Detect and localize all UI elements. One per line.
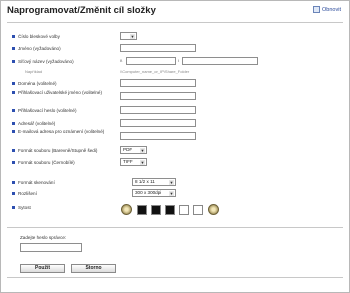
format-color-select[interactable]: PDF ▼	[120, 146, 147, 154]
password-label: Přihlašovací heslo (volitelné)	[18, 107, 77, 113]
admin-password-input[interactable]	[20, 243, 82, 252]
row-speed-dial: Číslo bleskové volby	[12, 31, 60, 41]
password-input[interactable]	[120, 106, 196, 114]
scan-size-label: Formát skenování	[18, 179, 55, 185]
email-label: E-mailová adresa pro oznámení (volitelné…	[18, 129, 105, 134]
bullet-icon	[12, 59, 15, 63]
refresh-link[interactable]: Obnovit	[313, 6, 341, 13]
format-bw-value: TIFF	[123, 159, 133, 164]
density-level-5[interactable]	[193, 205, 203, 215]
resolution-label: Rozlišení	[18, 190, 37, 196]
network-path-separator: \	[178, 58, 180, 63]
bullet-icon	[12, 108, 15, 112]
bottom-separator	[7, 277, 343, 278]
scan-size-select[interactable]: 8 1/2 x 11 ▼	[132, 178, 176, 186]
bullet-icon	[12, 91, 15, 94]
row-domain: Doména (volitelné)	[12, 78, 57, 88]
speed-dial-label: Číslo bleskové volby	[18, 33, 60, 39]
row-scan-size: Formát skenování	[12, 177, 55, 187]
bullet-icon	[12, 46, 15, 50]
density-label: Sytost	[18, 204, 31, 210]
row-density: Sytost	[12, 202, 31, 212]
domain-label: Doména (volitelné)	[18, 80, 57, 86]
row-email: E-mailová adresa pro oznámení (volitelné…	[12, 129, 116, 143]
row-user: Přihlašovací uživatelské jméno (voliteln…	[12, 90, 116, 104]
row-resolution: Rozlišení	[12, 188, 37, 198]
resolution-value: 300 x 300dpi	[135, 190, 162, 195]
bullet-icon	[12, 81, 15, 85]
bullet-icon	[12, 121, 15, 125]
name-input[interactable]	[120, 44, 196, 52]
network-folder-input[interactable]	[182, 57, 258, 65]
bullet-icon	[12, 148, 15, 152]
network-host-input[interactable]	[126, 57, 176, 65]
density-level-1[interactable]	[137, 205, 147, 215]
row-network-path: Síťový název (vyžadováno)	[12, 56, 74, 66]
density-level-4[interactable]	[179, 205, 189, 215]
chevron-down-icon: ▼	[169, 191, 174, 196]
density-lighter-button[interactable]	[121, 204, 132, 215]
row-password: Přihlašovací heslo (volitelné)	[12, 105, 76, 115]
network-path-prefix: \\	[120, 58, 123, 63]
page-title: Naprogramovat/Změnit cíl složky	[7, 5, 156, 16]
section-separator	[7, 227, 343, 228]
admin-password-label: Zadejte heslo správce:	[20, 235, 67, 240]
chevron-down-icon: ▼	[130, 34, 135, 39]
resolution-select[interactable]: 300 x 300dpi ▼	[132, 189, 176, 197]
user-label: Přihlašovací uživatelské jméno (voliteln…	[18, 90, 102, 95]
bullet-icon	[12, 130, 15, 133]
scan-size-value: 8 1/2 x 11	[135, 179, 155, 184]
row-name: Jméno (vyžadováno)	[12, 43, 61, 53]
domain-input[interactable]	[120, 79, 196, 87]
title-separator	[7, 22, 343, 23]
example-text: \\Computer_name_or_IP\Share_Folder	[120, 69, 190, 74]
refresh-label: Obnovit	[322, 6, 341, 13]
bullet-icon	[12, 205, 15, 209]
example-label: Například	[25, 69, 43, 74]
bullet-icon	[12, 180, 15, 184]
subfolder-input[interactable]	[120, 119, 196, 127]
chevron-down-icon: ▼	[140, 148, 145, 153]
row-format-bw: Formát souboru (Černobílé)	[12, 157, 75, 167]
density-level-2[interactable]	[151, 205, 161, 215]
chevron-down-icon: ▼	[169, 180, 174, 185]
format-bw-label: Formát souboru (Černobílé)	[18, 159, 75, 165]
network-path-label: Síťový název (vyžadováno)	[18, 58, 74, 64]
dialog-frame: Naprogramovat/Změnit cíl složky Obnovit …	[0, 0, 350, 293]
chevron-down-icon: ▼	[140, 160, 145, 165]
format-color-label: Formát souboru (Barevně/Stupně šedi)	[18, 147, 98, 153]
refresh-icon	[313, 6, 321, 13]
density-level-3[interactable]	[165, 205, 175, 215]
row-format-color: Formát souboru (Barevně/Stupně šedi)	[12, 145, 97, 155]
bullet-icon	[12, 34, 15, 38]
format-bw-select[interactable]: TIFF ▼	[120, 158, 147, 166]
bullet-icon	[12, 160, 15, 164]
user-input[interactable]	[120, 92, 196, 100]
apply-button[interactable]: Použít	[20, 264, 65, 273]
density-darker-button[interactable]	[208, 204, 219, 215]
name-label: Jméno (vyžadováno)	[18, 45, 61, 51]
row-subfolder: Adresář (volitelné)	[12, 118, 55, 128]
format-color-value: PDF	[123, 147, 133, 152]
bullet-icon	[12, 191, 15, 195]
cancel-button[interactable]: Storno	[71, 264, 116, 273]
subfolder-label: Adresář (volitelné)	[18, 120, 56, 126]
email-input[interactable]	[120, 132, 196, 140]
speed-dial-select[interactable]: ▼	[120, 32, 137, 40]
